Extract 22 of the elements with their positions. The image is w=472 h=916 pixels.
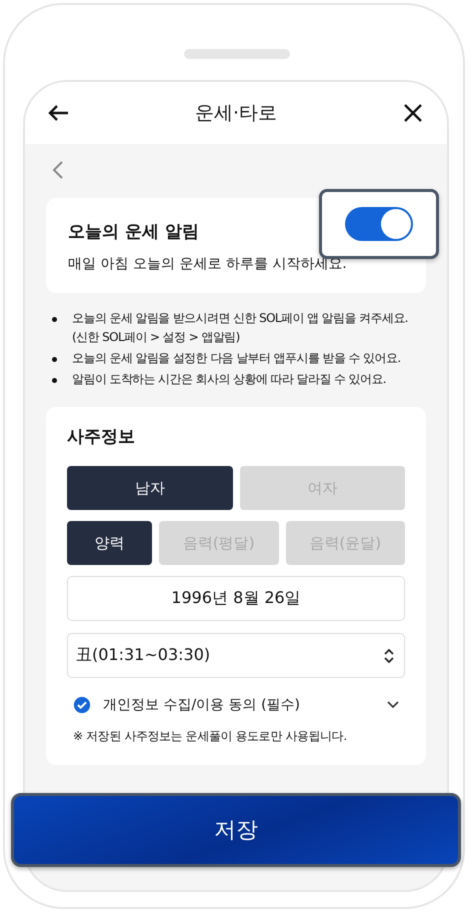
saju-title: 사주정보 — [67, 426, 136, 448]
consent-label: 개인정보 수집/이용 동의 (필수) — [103, 696, 301, 714]
bullet-icon — [52, 317, 57, 322]
up-down-chevron-icon — [383, 648, 395, 664]
bullet-icon — [52, 357, 57, 362]
screen-title: 운세·타로 — [194, 101, 278, 126]
privacy-notice: ※ 저장된 사주정보는 운세풀이 용도로만 사용됩니다. — [72, 728, 348, 745]
calendar-option[interactable]: 양력 — [67, 521, 152, 565]
birth-time-select[interactable]: 丑(01:31~03:30) — [67, 633, 405, 678]
save-button[interactable]: 저장 — [11, 793, 461, 867]
gender-option[interactable]: 남자 — [67, 466, 232, 510]
bullet-icon — [52, 378, 57, 383]
note-text: 오늘의 운세 알림을 받으시려면 신한 SOL페이 앱 알림을 켜주세요. (신한 SOL페이 > 설정 > 앱알림) — [72, 310, 409, 346]
notification-toggle[interactable] — [345, 207, 413, 241]
notification-title: 오늘의 운세 알림 — [68, 221, 199, 243]
consent-checkbox[interactable] — [73, 696, 91, 714]
notification-description: 매일 아침 오늘의 운세로 하루를 시작하세요. — [68, 255, 348, 273]
note-text: 알림이 도착하는 시간은 회사의 상황에 따라 달라질 수 있어요. — [72, 371, 386, 388]
birth-date-field[interactable]: 1996년 8월 26일 — [67, 576, 405, 621]
note-text: 오늘의 운세 알림을 설정한 다음 날부터 앱푸시를 받을 수 있어요. — [72, 350, 401, 367]
chevron-down-icon[interactable] — [387, 701, 399, 709]
chevron-left-icon[interactable] — [52, 160, 64, 180]
